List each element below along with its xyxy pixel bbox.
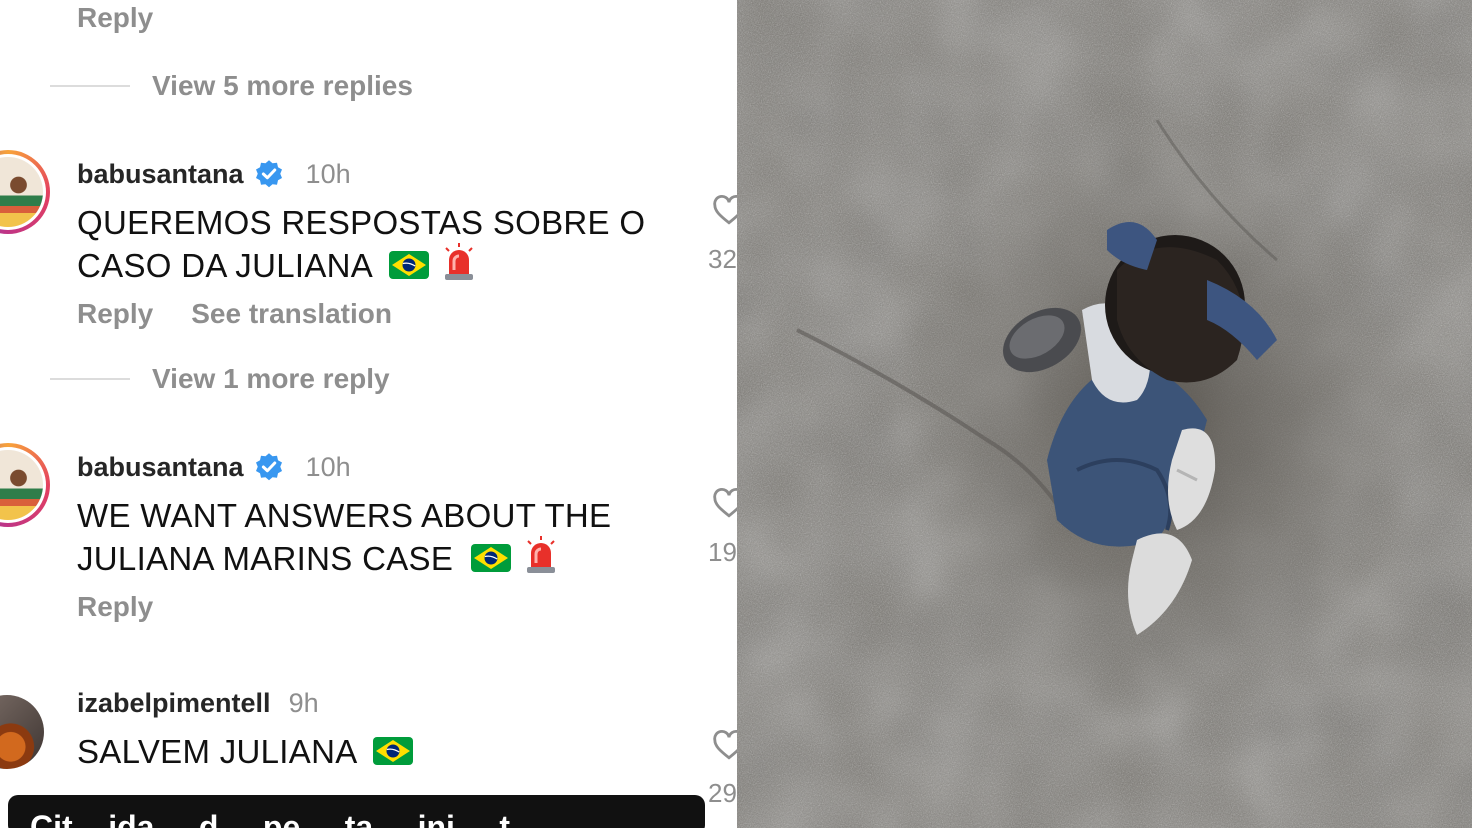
timestamp: 10h <box>305 452 351 482</box>
comment-text: WE WANT ANSWERS ABOUT THE JULIANA MARINS… <box>77 495 611 579</box>
comment-item: izabelpimentell 9h SALVEM JULIANA <box>77 688 414 772</box>
heart-icon[interactable] <box>712 486 737 520</box>
heart-icon[interactable] <box>712 728 737 762</box>
avatar[interactable] <box>0 150 50 234</box>
timestamp: 9h <box>288 688 319 718</box>
username[interactable]: izabelpimentell <box>77 688 271 719</box>
ground-photo <box>737 0 1472 828</box>
brazil-flag-icon <box>373 737 414 765</box>
brazil-flag-icon <box>388 251 429 279</box>
brazil-flag-icon <box>470 544 511 572</box>
police-siren-icon <box>445 243 474 280</box>
username[interactable]: babusantana <box>77 159 244 190</box>
view-more-replies-label[interactable]: View 5 more replies <box>152 70 413 102</box>
view-more-replies[interactable]: View 1 more reply <box>50 363 390 395</box>
caption-bar: Cit... ida ... d ... pe ... ta ... ini .… <box>8 795 705 828</box>
like-count: 32 <box>708 244 737 274</box>
reply-button[interactable]: Reply <box>77 2 153 34</box>
comment-item: babusantana 10h WE WANT ANSWERS ABOUT TH… <box>77 446 611 623</box>
username[interactable]: babusantana <box>77 452 244 483</box>
like-count: 29 <box>708 778 737 808</box>
verified-badge-icon <box>255 160 282 188</box>
avatar-image <box>0 157 43 227</box>
avatar-image <box>0 450 43 520</box>
view-more-replies[interactable]: View 5 more replies <box>50 70 413 102</box>
comment-text: SALVEM JULIANA <box>77 731 414 772</box>
comment-text-line: QUEREMOS RESPOSTAS SOBRE O <box>77 204 646 241</box>
thread-line <box>50 85 130 87</box>
comments-panel: Reply View 5 more replies babusantana 10… <box>0 0 737 828</box>
police-siren-icon <box>527 536 556 573</box>
thread-line <box>50 378 130 380</box>
comment-text: QUEREMOS RESPOSTAS SOBRE O CASO DA JULIA… <box>77 202 645 286</box>
comment-text-line: SALVEM JULIANA <box>77 733 356 770</box>
reply-button[interactable]: Reply <box>77 591 153 622</box>
timestamp: 10h <box>305 159 351 189</box>
view-more-replies-label[interactable]: View 1 more reply <box>152 363 390 395</box>
photo-panel <box>737 0 1472 828</box>
verified-badge-icon <box>255 453 282 481</box>
like-count: 19 <box>708 537 737 567</box>
avatar[interactable] <box>0 695 44 769</box>
heart-icon[interactable] <box>712 193 737 227</box>
comment-text-line: JULIANA MARINS CASE <box>77 540 454 577</box>
comment-item: babusantana 10h QUEREMOS RESPOSTAS SOBRE… <box>77 153 645 330</box>
reply-button[interactable]: Reply <box>77 298 153 329</box>
comment-text-line: CASO DA JULIANA <box>77 247 372 284</box>
see-translation-button[interactable]: See translation <box>191 298 392 329</box>
comment-text-line: WE WANT ANSWERS ABOUT THE <box>77 497 612 534</box>
avatar[interactable] <box>0 443 50 527</box>
